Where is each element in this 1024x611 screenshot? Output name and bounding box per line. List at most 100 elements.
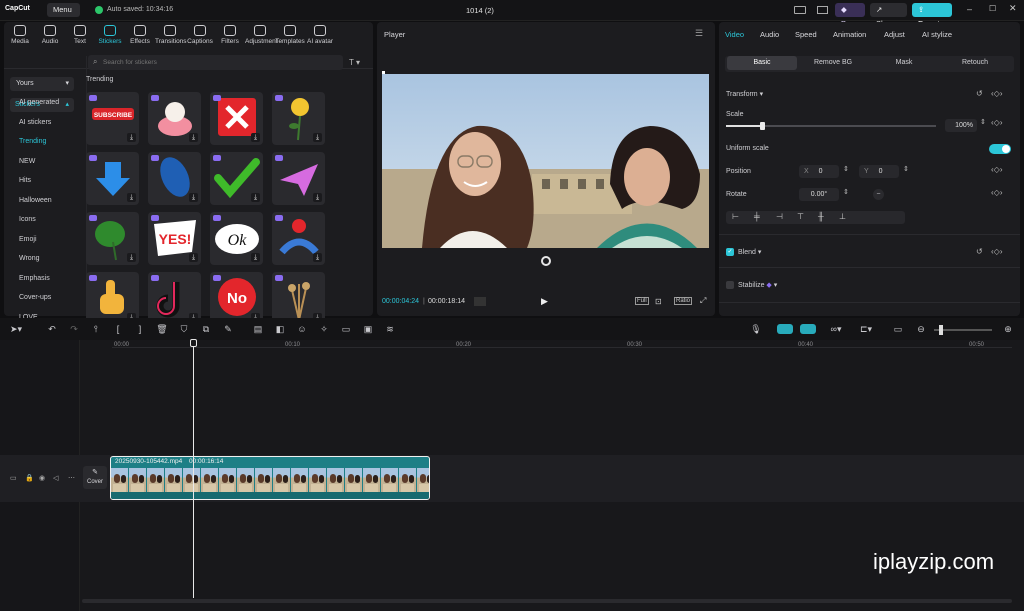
download-icon[interactable]: ⤓: [127, 193, 136, 202]
y-stepper[interactable]: ⇕: [903, 165, 909, 173]
marker-icon[interactable]: ⛉: [178, 323, 190, 335]
blend-keyframe-icon[interactable]: ‹◇›: [991, 247, 1002, 256]
timecode-icon[interactable]: [474, 297, 486, 306]
scale-slider-handle[interactable]: [759, 122, 765, 130]
align-right-icon[interactable]: ⊣: [776, 212, 783, 221]
cover-button[interactable]: ✎ Cover: [83, 466, 107, 489]
subtab-mask[interactable]: Mask: [869, 56, 939, 70]
full-quality-button[interactable]: Full: [635, 297, 649, 305]
filter-icon[interactable]: T ▾: [349, 58, 360, 67]
rotate-input[interactable]: 0.00°: [799, 188, 839, 201]
stabilize-label[interactable]: Stabilize ◆ ▾: [738, 281, 777, 289]
audio-wave-icon[interactable]: ≋: [384, 323, 396, 335]
position-x-input[interactable]: X0: [799, 165, 839, 178]
microphone-icon[interactable]: 🎙: [750, 323, 762, 335]
magic-icon[interactable]: ✧: [318, 323, 330, 335]
blend-checkbox[interactable]: ✓: [726, 248, 734, 256]
close-icon[interactable]: ✕: [1009, 3, 1017, 14]
preview-axis-icon[interactable]: ⊏▾: [855, 323, 877, 335]
sticker-yes[interactable]: YES! ⤓: [148, 212, 201, 265]
zoom-in-icon[interactable]: ⊕: [1002, 323, 1014, 335]
sticker-monstera[interactable]: ⤓: [86, 212, 139, 265]
video-preview[interactable]: [382, 74, 709, 248]
playhead[interactable]: [193, 340, 194, 598]
zoom-out-icon[interactable]: ⊖: [915, 323, 927, 335]
project-title[interactable]: 1014 (2): [466, 6, 494, 15]
handle-tl[interactable]: [382, 71, 385, 74]
sidebar-item-icons[interactable]: Icons: [19, 216, 36, 223]
sidebar-item-trending[interactable]: Trending: [19, 138, 46, 145]
download-icon[interactable]: ⤓: [127, 133, 136, 142]
timeline-scrollbar[interactable]: [82, 599, 1012, 603]
delete-right-icon[interactable]: ]: [134, 323, 146, 335]
auto-snap-icon[interactable]: [800, 324, 816, 334]
redo-icon[interactable]: ↷: [68, 323, 80, 335]
rotate-keyframe-icon[interactable]: ‹◇›: [991, 188, 1002, 197]
tab-animation[interactable]: Animation: [833, 30, 866, 39]
tab-speed[interactable]: Speed: [795, 30, 817, 39]
uniform-scale-toggle[interactable]: [989, 144, 1011, 154]
tab-audio[interactable]: Audio: [35, 25, 65, 45]
keyframe-icon[interactable]: ‹◇›: [991, 89, 1002, 98]
play-icon[interactable]: ▶: [541, 296, 548, 307]
subtab-retouch[interactable]: Retouch: [940, 56, 1010, 70]
delete-left-icon[interactable]: [: [112, 323, 124, 335]
tab-media[interactable]: Media: [5, 25, 35, 45]
search-input[interactable]: [103, 56, 333, 68]
sidebar-item-halloween[interactable]: Halloween: [19, 197, 52, 204]
tab-templates[interactable]: Templates: [275, 25, 305, 45]
sidebar-item-emphasis[interactable]: Emphasis: [19, 275, 50, 282]
video-clip[interactable]: 20250930-105442.mp4 00:00:16:14: [110, 456, 430, 500]
sidebar-item-new[interactable]: NEW: [19, 158, 35, 165]
download-icon[interactable]: ⤓: [251, 253, 260, 262]
search-bar[interactable]: ⌕: [88, 55, 343, 70]
sticker-subscribe[interactable]: SUBSCRIBE ⤓: [86, 92, 139, 145]
sidebar-item-hits[interactable]: Hits: [19, 177, 31, 184]
tab-video[interactable]: Video: [725, 30, 744, 39]
tab-captions[interactable]: Captions: [185, 25, 215, 45]
freeze-icon[interactable]: ▤: [252, 323, 264, 335]
layout-icon[interactable]: [794, 6, 806, 14]
more-icon[interactable]: ⋯: [68, 474, 75, 482]
scale-input[interactable]: 100%: [945, 119, 977, 132]
subtab-remove-bg[interactable]: Remove BG: [798, 56, 868, 70]
stabilize-checkbox[interactable]: [726, 281, 734, 289]
shortcuts-icon[interactable]: [817, 6, 828, 14]
tab-transitions[interactable]: Transitions: [155, 25, 187, 45]
menu-button[interactable]: Menu ▾: [47, 3, 80, 28]
split-icon[interactable]: ⫯: [90, 323, 102, 335]
download-icon[interactable]: ⤓: [251, 133, 260, 142]
mirror-icon[interactable]: ◧: [274, 323, 286, 335]
align-bottom-icon[interactable]: ⊥: [839, 212, 846, 221]
playhead-handle[interactable]: [190, 339, 197, 347]
x-stepper[interactable]: ⇕: [843, 165, 849, 173]
delete-icon[interactable]: 🗑: [156, 323, 168, 335]
sticker-ok[interactable]: Ok ⤓: [210, 212, 263, 265]
sidebar-item-wrong[interactable]: Wrong: [19, 255, 40, 262]
ai-edit-icon[interactable]: ✎: [222, 323, 234, 335]
sidebar-item-ai-stickers[interactable]: AI stickers: [19, 119, 51, 126]
download-icon[interactable]: ⤓: [313, 193, 322, 202]
download-icon[interactable]: ⤓: [189, 193, 198, 202]
align-middle-icon[interactable]: ╫: [818, 212, 824, 221]
tab-text[interactable]: Text: [65, 25, 95, 45]
tab-audio[interactable]: Audio: [760, 30, 779, 39]
zoom-icon[interactable]: ⊡: [655, 297, 662, 306]
caption-icon[interactable]: ▭: [892, 323, 904, 335]
tab-filters[interactable]: Filters: [215, 25, 245, 45]
scale-stepper[interactable]: ⇕: [980, 118, 986, 126]
sticker-paper-plane[interactable]: ⤓: [272, 152, 325, 205]
tab-effects[interactable]: Effects: [125, 25, 155, 45]
download-icon[interactable]: ⤓: [189, 253, 198, 262]
main-track-magnet-icon[interactable]: [777, 324, 793, 334]
download-icon[interactable]: ⤓: [313, 133, 322, 142]
blend-label[interactable]: Blend ▾: [738, 248, 761, 256]
sidebar-item-cover-ups[interactable]: Cover-ups: [19, 294, 51, 301]
zoom-slider[interactable]: [934, 325, 992, 335]
select-tool-icon[interactable]: ➤▾: [10, 323, 22, 335]
align-top-icon[interactable]: ⊤: [797, 212, 804, 221]
sticker-yellow-rose[interactable]: ⤓: [272, 92, 325, 145]
undo-icon[interactable]: ↶: [46, 323, 58, 335]
tab-ai-avatar[interactable]: AI avatar: [305, 25, 335, 45]
maximize-icon[interactable]: ☐: [989, 4, 996, 13]
